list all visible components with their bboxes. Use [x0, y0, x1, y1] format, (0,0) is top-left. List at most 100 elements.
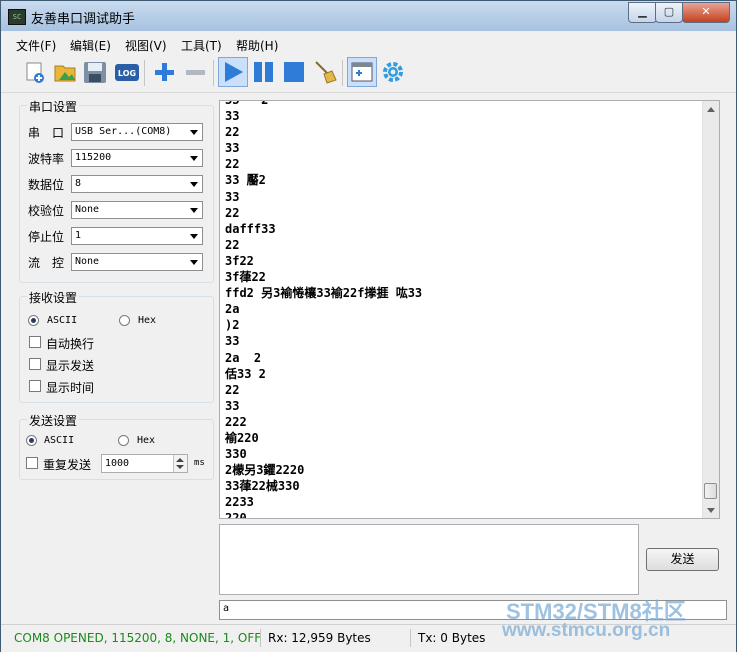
- send-settings-title: 发送设置: [27, 412, 80, 429]
- watermark-url: www.stmcu.org.cn: [502, 620, 671, 641]
- send-hex-label: Hex: [137, 435, 156, 446]
- parity-select[interactable]: None: [71, 201, 203, 219]
- port-value: USB Ser...(COM8): [75, 126, 172, 137]
- send-ascii-label: ASCII: [44, 435, 75, 446]
- receive-scrollbar[interactable]: [702, 101, 719, 518]
- maximize-icon: ▢: [663, 5, 675, 18]
- new-window-icon[interactable]: [347, 57, 377, 87]
- databits-label: 数据位: [28, 178, 65, 192]
- send-settings-group: 发送设置 ASCII Hex 重复发送 1000 ms: [19, 412, 214, 480]
- pause-icon[interactable]: [250, 58, 278, 86]
- spin-buttons[interactable]: [173, 455, 187, 472]
- serial-settings-title: 串口设置: [27, 98, 80, 115]
- receive-hex-label: Hex: [138, 315, 157, 326]
- status-separator: [260, 629, 261, 647]
- chevron-down-icon: [190, 130, 198, 135]
- toolbar-separator: [144, 60, 145, 86]
- maximize-button[interactable]: ▢: [655, 2, 683, 23]
- send-textarea[interactable]: [219, 524, 639, 595]
- close-icon: ✕: [701, 5, 711, 18]
- stop-icon[interactable]: [280, 58, 308, 86]
- send-button[interactable]: 发送: [646, 548, 719, 571]
- repeat-send-checkbox[interactable]: [26, 457, 38, 469]
- spin-down-icon[interactable]: [176, 465, 184, 469]
- receive-settings-title: 接收设置: [27, 289, 80, 306]
- chevron-down-icon: [190, 234, 198, 239]
- receive-hex-radio[interactable]: [119, 315, 130, 326]
- stopbits-value: 1: [75, 230, 82, 241]
- serial-settings-group: 串口设置 串 口 USB Ser...(COM8) 波特率 115200 数据位…: [19, 98, 214, 283]
- stopbits-label: 停止位: [28, 230, 65, 244]
- chevron-down-icon: [190, 260, 198, 265]
- flow-label: 流 控: [28, 256, 65, 270]
- flow-select[interactable]: None: [71, 253, 203, 271]
- send-ascii-radio[interactable]: [26, 435, 37, 446]
- repeat-send-label: 重复发送: [43, 458, 92, 472]
- save-disk-icon[interactable]: [81, 58, 109, 86]
- baud-label: 波特率: [28, 152, 65, 166]
- toolbar-separator: [213, 60, 214, 86]
- connection-status: COM8 OPENED, 115200, 8, NONE, 1, OFF: [14, 631, 262, 645]
- port-select[interactable]: USB Ser...(COM8): [71, 123, 203, 141]
- app-window: SC 友善串口调试助手 ▁ ▢ ✕ 文件(F) 编辑(E) 视图(V) 工具(T…: [0, 0, 737, 652]
- menu-file[interactable]: 文件(F): [16, 37, 56, 54]
- receive-ascii-label: ASCII: [47, 315, 78, 326]
- databits-value: 8: [75, 178, 82, 189]
- clear-broom-icon[interactable]: [310, 58, 338, 86]
- flow-value: None: [75, 256, 100, 267]
- menu-help[interactable]: 帮助(H): [236, 37, 278, 54]
- baud-value: 115200: [75, 152, 112, 163]
- settings-gear-icon[interactable]: [379, 58, 407, 86]
- menu-edit[interactable]: 编辑(E): [70, 37, 111, 54]
- receive-ascii-radio[interactable]: [28, 315, 39, 326]
- close-button[interactable]: ✕: [682, 2, 730, 23]
- minimize-button[interactable]: ▁: [628, 2, 657, 23]
- scroll-up-icon[interactable]: [707, 107, 715, 112]
- spin-up-icon[interactable]: [176, 458, 184, 462]
- auto-wrap-checkbox[interactable]: [29, 336, 41, 348]
- serial-app-icon: SC: [8, 9, 26, 25]
- log-icon[interactable]: LOG: [113, 58, 141, 86]
- rx-count: Rx: 12,959 Bytes: [268, 631, 371, 645]
- stopbits-select[interactable]: 1: [71, 227, 203, 245]
- status-separator: [410, 629, 411, 647]
- receive-text: 33 2 33 22 33 22 33 靨2 33 22 dafff33 22 …: [225, 100, 423, 519]
- parity-label: 校验位: [28, 204, 65, 218]
- toolbar: LOG: [1, 54, 736, 93]
- log-label: LOG: [118, 69, 136, 78]
- port-label: 串 口: [28, 126, 65, 140]
- open-folder-icon[interactable]: [51, 58, 79, 86]
- auto-wrap-label: 自动换行: [46, 337, 95, 351]
- interval-value: 1000: [105, 458, 130, 469]
- chevron-down-icon: [190, 182, 198, 187]
- receive-textarea[interactable]: 33 2 33 22 33 22 33 靨2 33 22 dafff33 22 …: [219, 100, 720, 519]
- interval-unit: ms: [194, 458, 205, 468]
- baud-select[interactable]: 115200: [71, 149, 203, 167]
- scroll-down-icon[interactable]: [707, 508, 715, 513]
- menu-bar: 文件(F) 编辑(E) 视图(V) 工具(T) 帮助(H): [1, 32, 736, 54]
- add-plus-icon[interactable]: [150, 58, 178, 86]
- menu-view[interactable]: 视图(V): [125, 37, 167, 54]
- send-hex-radio[interactable]: [118, 435, 129, 446]
- new-file-icon[interactable]: [21, 58, 49, 86]
- window-title: 友善串口调试助手: [31, 12, 136, 27]
- toolbar-separator: [342, 60, 343, 86]
- receive-settings-group: 接收设置 ASCII Hex 自动换行 显示发送 显示时间: [19, 289, 214, 403]
- menu-tools[interactable]: 工具(T): [181, 37, 222, 54]
- scroll-thumb[interactable]: [704, 483, 717, 499]
- chevron-down-icon: [190, 156, 198, 161]
- interval-spinbox[interactable]: 1000: [101, 454, 188, 473]
- show-time-checkbox[interactable]: [29, 380, 41, 392]
- history-value: a: [223, 603, 230, 614]
- databits-select[interactable]: 8: [71, 175, 203, 193]
- parity-value: None: [75, 204, 100, 215]
- play-icon[interactable]: [218, 57, 248, 87]
- title-bar[interactable]: SC 友善串口调试助手 ▁ ▢ ✕: [1, 1, 736, 31]
- remove-minus-icon[interactable]: [181, 58, 209, 86]
- show-send-label: 显示发送: [46, 359, 95, 373]
- tx-count: Tx: 0 Bytes: [418, 631, 486, 645]
- minimize-icon: ▁: [638, 5, 647, 18]
- show-time-label: 显示时间: [46, 381, 95, 395]
- chevron-down-icon: [190, 208, 198, 213]
- show-send-checkbox[interactable]: [29, 358, 41, 370]
